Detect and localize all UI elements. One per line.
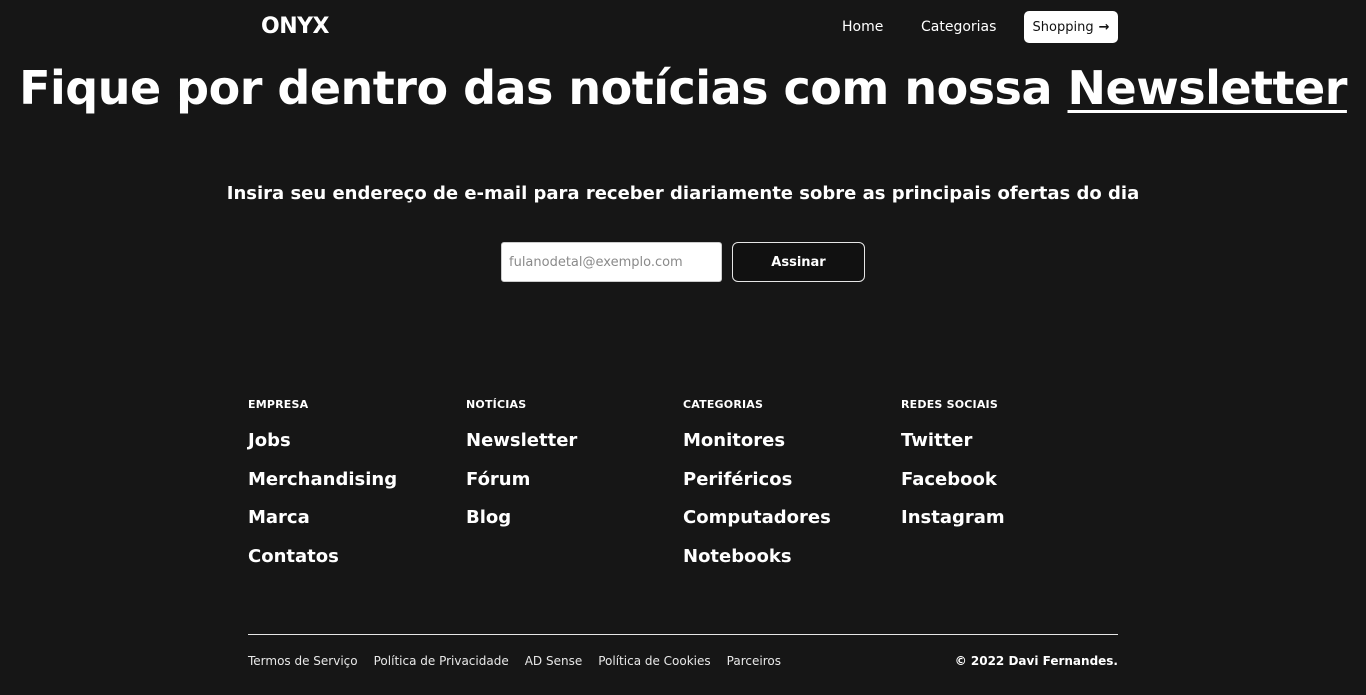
footer-link-perifericos[interactable]: Periféricos [683, 461, 883, 500]
footer-link-facebook[interactable]: Facebook [901, 461, 1101, 500]
terms-link[interactable]: Termos de Serviço [248, 654, 358, 668]
footer-column-redes-sociais: REDES SOCIAIS Twitter Facebook Instagram [901, 398, 1101, 538]
adsense-link[interactable]: AD Sense [525, 654, 583, 668]
footer-heading: NOTÍCIAS [466, 398, 527, 411]
footer-heading: REDES SOCIAIS [901, 398, 998, 411]
footer-link-twitter[interactable]: Twitter [901, 422, 1101, 461]
shopping-button-label: Shopping [1032, 19, 1094, 35]
footer-link-jobs[interactable]: Jobs [248, 422, 448, 461]
nav-home-link[interactable]: Home [842, 19, 883, 35]
hero-subtitle: Insira seu endereço de e-mail para receb… [226, 183, 1140, 204]
footer-link-contatos[interactable]: Contatos [248, 538, 448, 577]
footer-heading: CATEGORIAS [683, 398, 764, 411]
footer-link-forum[interactable]: Fórum [466, 461, 666, 500]
arrow-right-icon: → [1098, 19, 1110, 35]
footer-column-categorias: CATEGORIAS Monitores Periféricos Computa… [683, 398, 883, 577]
footer-divider [248, 634, 1118, 635]
footer-column-empresa: EMPRESA Jobs Merchandising Marca Contato… [248, 398, 448, 577]
footer-link-instagram[interactable]: Instagram [901, 499, 1101, 538]
hero-title-highlight: Newsletter [1067, 61, 1348, 115]
privacy-link[interactable]: Política de Privacidade [374, 654, 509, 668]
footer-link-notebooks[interactable]: Notebooks [683, 538, 883, 577]
footer-heading: EMPRESA [248, 398, 309, 411]
footer-link-merchandising[interactable]: Merchandising [248, 461, 448, 500]
hero-title: Fique por dentro das notícias com nossa … [0, 64, 1366, 112]
footer-link-marca[interactable]: Marca [248, 499, 448, 538]
footer-link-blog[interactable]: Blog [466, 499, 666, 538]
hero-title-text: Fique por dentro das notícias com nossa [19, 61, 1052, 115]
footer-link-computadores[interactable]: Computadores [683, 499, 883, 538]
site-header: ONYX Home Categorias Shopping → [0, 0, 1366, 56]
legal-links: Termos de Serviço Política de Privacidad… [248, 654, 781, 668]
subscribe-button[interactable]: Assinar [732, 242, 865, 282]
nav-categorias-link[interactable]: Categorias [921, 19, 996, 35]
footer-column-noticias: NOTÍCIAS Newsletter Fórum Blog [466, 398, 666, 538]
cookies-link[interactable]: Política de Cookies [598, 654, 710, 668]
copyright: © 2022 Davi Fernandes. [954, 654, 1118, 668]
partners-link[interactable]: Parceiros [727, 654, 781, 668]
footer-link-monitores[interactable]: Monitores [683, 422, 883, 461]
footer-link-newsletter[interactable]: Newsletter [466, 422, 666, 461]
logo[interactable]: ONYX [261, 14, 330, 39]
shopping-button[interactable]: Shopping → [1024, 11, 1118, 43]
email-input[interactable] [501, 242, 722, 282]
